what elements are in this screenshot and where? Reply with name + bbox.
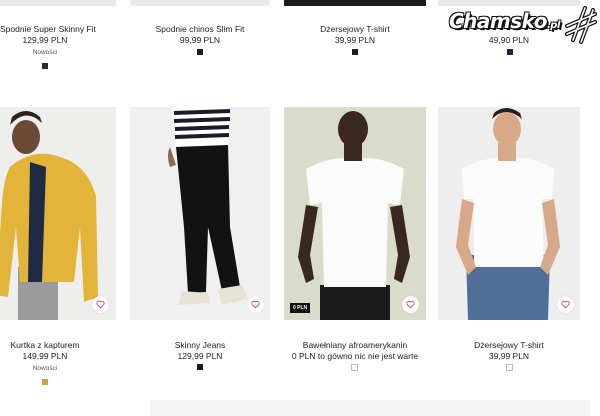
- heart-icon: [251, 300, 260, 309]
- color-swatch[interactable]: [197, 49, 203, 55]
- watermark-logo: Chamsko.pl: [449, 9, 560, 33]
- model-illustration: [456, 108, 560, 320]
- product-image-top-3[interactable]: [284, 0, 426, 6]
- color-swatch[interactable]: [352, 49, 358, 55]
- favorite-button[interactable]: [557, 296, 574, 313]
- product-name[interactable]: Spodnie Super Skinny Fit: [0, 24, 96, 34]
- model-illustration: [0, 111, 98, 320]
- watermark: Chamsko.pl: [447, 4, 599, 44]
- product-image-top-1[interactable]: [0, 0, 116, 6]
- color-swatch[interactable]: [197, 364, 203, 370]
- heart-icon: [561, 300, 570, 309]
- product-price: 149,99 PLN: [22, 351, 68, 361]
- product-name[interactable]: Dżersejowy T-shirt: [438, 340, 580, 350]
- product-image-top-2[interactable]: [130, 0, 270, 6]
- product-name[interactable]: Bawełniany afroamerykanin: [284, 340, 426, 350]
- color-swatch[interactable]: [351, 364, 358, 371]
- product-photo-jacket[interactable]: [0, 107, 116, 320]
- product-name[interactable]: Dżersejowy T-shirt: [284, 24, 426, 34]
- page-footer-strip: [150, 400, 590, 416]
- color-swatch[interactable]: [42, 379, 48, 385]
- product-price: 39,99 PLN: [334, 35, 376, 45]
- new-badge: Nowości: [32, 49, 58, 56]
- product-price: 129,99 PLN: [177, 351, 223, 361]
- new-badge: Nowości: [32, 365, 58, 372]
- product-price: 129,99 PLN: [22, 35, 68, 45]
- heart-icon: [406, 300, 415, 309]
- product-photo-jeans[interactable]: [130, 107, 270, 320]
- color-swatch[interactable]: [506, 364, 513, 371]
- model-illustration: [168, 107, 248, 305]
- product-price: 39,99 PLN: [488, 351, 530, 361]
- product-name[interactable]: Kurtka z kapturem: [0, 340, 90, 350]
- product-photo-tshirt-1[interactable]: [284, 107, 426, 320]
- product-price: 99,99 PLN: [179, 35, 221, 45]
- product-name[interactable]: Skinny Jeans: [130, 340, 270, 350]
- favorite-button[interactable]: [402, 296, 419, 313]
- heart-icon: [96, 300, 105, 309]
- color-swatch[interactable]: [507, 49, 513, 55]
- favorite-button[interactable]: [92, 296, 109, 313]
- price-tag: 0 PLN: [290, 303, 311, 313]
- favorite-button[interactable]: [247, 296, 264, 313]
- hashtag-cross-icon: [565, 6, 597, 44]
- product-price: 0 PLN to gówno nic nie jest warte: [291, 351, 419, 361]
- product-name[interactable]: Spodnie chinos Slim Fit: [130, 24, 270, 34]
- model-illustration: [298, 111, 410, 320]
- product-photo-tshirt-2[interactable]: [438, 107, 580, 320]
- color-swatch[interactable]: [42, 63, 48, 69]
